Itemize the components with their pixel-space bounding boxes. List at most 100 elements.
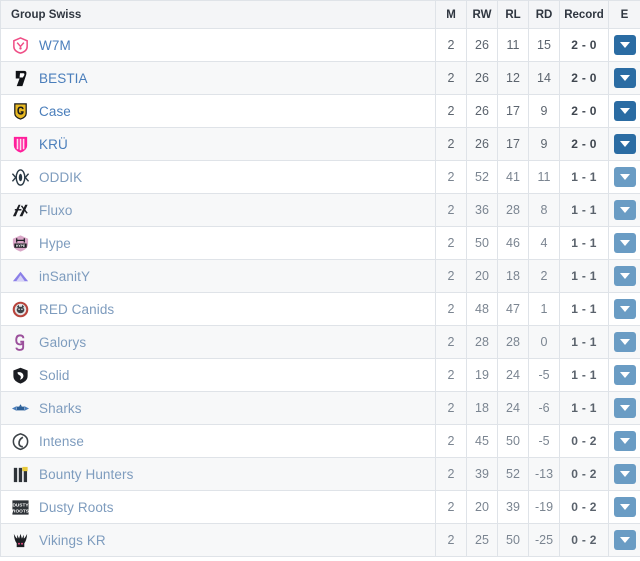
table-row: Galorys 2 28 28 0 1 - 1 xyxy=(0,325,640,359)
record-cell: 1 - 1 xyxy=(559,391,609,425)
expand-cell xyxy=(608,94,640,128)
team-name-link[interactable]: Bounty Hunters xyxy=(39,467,133,482)
team-cell: Galorys xyxy=(0,325,436,359)
stat-rw: 52 xyxy=(466,160,498,194)
stat-m: 2 xyxy=(435,358,467,392)
kru-logo xyxy=(11,135,30,154)
team-name-link[interactable]: Sharks xyxy=(39,401,82,416)
stat-rl: 28 xyxy=(497,325,529,359)
team-name-link[interactable]: RED Canids xyxy=(39,302,114,317)
stat-rw: 25 xyxy=(466,523,498,557)
chevron-down-icon xyxy=(619,537,630,543)
chevron-down-icon xyxy=(619,42,630,48)
team-name-link[interactable]: KRÜ xyxy=(39,137,68,152)
team-name-link[interactable]: ODDIK xyxy=(39,170,82,185)
record-cell: 1 - 1 xyxy=(559,358,609,392)
expand-cell xyxy=(608,292,640,326)
record-cell: 1 - 1 xyxy=(559,193,609,227)
chevron-down-icon xyxy=(619,108,630,114)
stat-m: 2 xyxy=(435,457,467,491)
record-cell: 0 - 2 xyxy=(559,424,609,458)
expand-row-button[interactable] xyxy=(613,464,636,484)
table-row: inSanitY 2 20 18 2 1 - 1 xyxy=(0,259,640,293)
team-cell: HYPE Hype xyxy=(0,226,436,260)
chevron-down-icon xyxy=(619,372,630,378)
expand-row-button[interactable] xyxy=(613,101,636,121)
stat-rw: 36 xyxy=(466,193,498,227)
expand-row-button[interactable] xyxy=(613,266,636,286)
stat-rl: 50 xyxy=(497,424,529,458)
stat-m: 2 xyxy=(435,325,467,359)
table-body: W7M 2 26 11 15 2 - 0 BESTIA 2 26 12 14 2 - 0 Case 2 26… xyxy=(0,28,640,557)
stat-m: 2 xyxy=(435,490,467,524)
expand-row-button[interactable] xyxy=(613,365,636,385)
expand-row-button[interactable] xyxy=(613,68,636,88)
record-cell: 1 - 1 xyxy=(559,259,609,293)
stat-m: 2 xyxy=(435,127,467,161)
record-cell: 2 - 0 xyxy=(559,94,609,128)
stat-rw: 26 xyxy=(466,61,498,95)
header-row: Group Swiss M RW RL RD Record E xyxy=(0,0,640,29)
team-name-link[interactable]: BESTIA xyxy=(39,71,88,86)
stat-rw: 50 xyxy=(466,226,498,260)
record-cell: 1 - 1 xyxy=(559,325,609,359)
insanity-logo xyxy=(11,267,30,286)
table-row: RED Canids 2 48 47 1 1 - 1 xyxy=(0,292,640,326)
stat-rw: 28 xyxy=(466,325,498,359)
expand-cell xyxy=(608,325,640,359)
team-name-link[interactable]: Solid xyxy=(39,368,70,383)
column-header-rd: RD xyxy=(528,0,560,29)
svg-text:ROOTS: ROOTS xyxy=(12,508,29,514)
expand-cell xyxy=(608,457,640,491)
expand-row-button[interactable] xyxy=(613,200,636,220)
expand-row-button[interactable] xyxy=(613,398,636,418)
chevron-down-icon xyxy=(619,504,630,510)
team-name-link[interactable]: Dusty Roots xyxy=(39,500,114,515)
expand-row-button[interactable] xyxy=(613,299,636,319)
chevron-down-icon xyxy=(619,306,630,312)
expand-cell xyxy=(608,160,640,194)
record-cell: 1 - 1 xyxy=(559,292,609,326)
chevron-down-icon xyxy=(619,75,630,81)
table-header: Group Swiss M RW RL RD Record E xyxy=(0,0,640,29)
team-name-link[interactable]: Fluxo xyxy=(39,203,73,218)
expand-cell xyxy=(608,127,640,161)
team-name-link[interactable]: Vikings KR xyxy=(39,533,106,548)
expand-row-button[interactable] xyxy=(613,431,636,451)
stat-rd: 9 xyxy=(528,127,560,161)
team-name-link[interactable]: Intense xyxy=(39,434,84,449)
expand-row-button[interactable] xyxy=(613,167,636,187)
stat-rl: 46 xyxy=(497,226,529,260)
stat-rl: 24 xyxy=(497,358,529,392)
expand-row-button[interactable] xyxy=(613,233,636,253)
stat-rl: 50 xyxy=(497,523,529,557)
record-cell: 0 - 2 xyxy=(559,523,609,557)
expand-row-button[interactable] xyxy=(613,134,636,154)
team-name-link[interactable]: Hype xyxy=(39,236,71,251)
hype-logo: HYPE xyxy=(11,234,30,253)
stat-rl: 17 xyxy=(497,127,529,161)
record-cell: 2 - 0 xyxy=(559,61,609,95)
expand-row-button[interactable] xyxy=(613,332,636,352)
stat-m: 2 xyxy=(435,193,467,227)
record-cell: 2 - 0 xyxy=(559,127,609,161)
team-name-link[interactable]: Case xyxy=(39,104,71,119)
stat-m: 2 xyxy=(435,259,467,293)
stat-rl: 52 xyxy=(497,457,529,491)
expand-cell xyxy=(608,523,640,557)
expand-cell xyxy=(608,424,640,458)
table-row: Solid 2 19 24 -5 1 - 1 xyxy=(0,358,640,392)
expand-row-button[interactable] xyxy=(613,35,636,55)
w7m-logo xyxy=(11,36,30,55)
fluxo-logo xyxy=(11,201,30,220)
solid-logo xyxy=(11,366,30,385)
expand-row-button[interactable] xyxy=(613,497,636,517)
team-name-link[interactable]: Galorys xyxy=(39,335,86,350)
stat-rw: 20 xyxy=(466,259,498,293)
expand-row-button[interactable] xyxy=(613,530,636,550)
stat-rd: 15 xyxy=(528,28,560,62)
column-header-expand: E xyxy=(608,0,640,29)
expand-cell xyxy=(608,391,640,425)
team-name-link[interactable]: W7M xyxy=(39,38,71,53)
team-name-link[interactable]: inSanitY xyxy=(39,269,90,284)
